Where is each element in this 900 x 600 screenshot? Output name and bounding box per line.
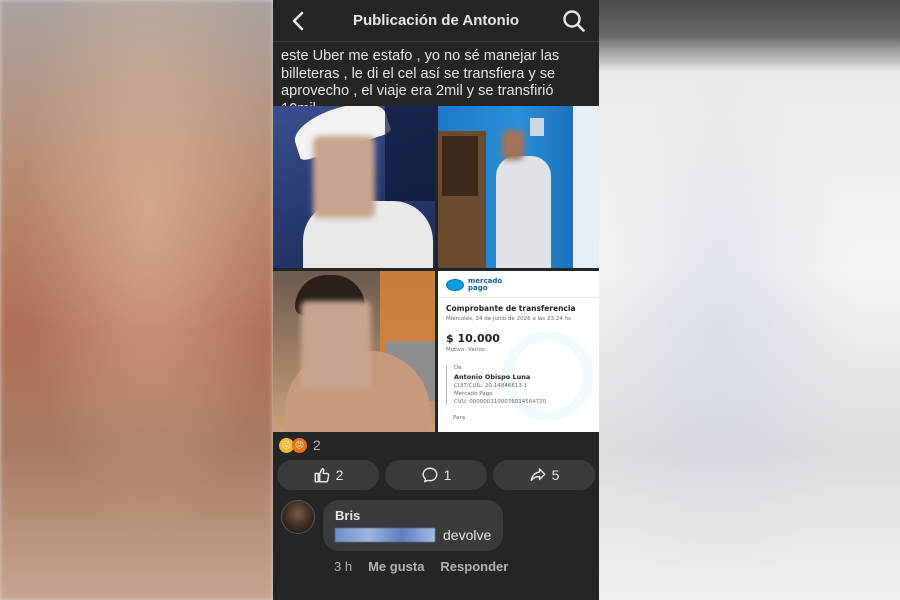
comment-time: 3 h xyxy=(334,559,353,574)
background-blur-right xyxy=(599,0,900,600)
share-arrow-icon xyxy=(530,468,546,481)
from-label: De xyxy=(454,365,462,371)
receipt-date: Miércoles, 24 de junio de 2026 a las 23:… xyxy=(446,316,571,322)
photo-3[interactable] xyxy=(273,271,435,432)
reactions-summary[interactable]: 😮 😡 2 xyxy=(273,434,599,456)
photo-1[interactable] xyxy=(273,106,435,268)
post-actions: 2 1 5 xyxy=(273,456,599,490)
transfer-receipt[interactable]: mercado pago Comprobante de transferenci… xyxy=(438,271,599,432)
handshake-icon xyxy=(446,279,464,291)
comment-item: Bris devolve xyxy=(273,490,599,551)
from-bank: Mercado Pago xyxy=(454,391,493,397)
receipt-title: Comprobante de transferencia xyxy=(446,304,576,313)
back-arrow-icon xyxy=(292,11,304,30)
receipt-divider xyxy=(438,297,599,298)
photo-grid: mercado pago Comprobante de transferenci… xyxy=(273,106,599,432)
comment-bubble-icon xyxy=(422,467,438,483)
share-button[interactable]: 5 xyxy=(493,460,595,490)
comment-meta: 3 h Me gusta Responder xyxy=(273,551,599,574)
angry-reaction-icon: 😡 xyxy=(292,437,307,453)
comment-body: devolve xyxy=(335,527,491,543)
photo-2[interactable] xyxy=(438,106,599,268)
back-button[interactable] xyxy=(285,8,311,34)
reaction-count: 2 xyxy=(313,437,321,453)
redacted-mention xyxy=(335,528,435,542)
comment-bubble[interactable]: Bris devolve xyxy=(323,500,504,551)
post-text: este Uber me estafo , yo no sé manejar l… xyxy=(281,48,560,117)
comment-count: 1 xyxy=(443,467,452,483)
search-icon xyxy=(563,9,585,32)
top-bar: Publicación de Antonio xyxy=(273,0,599,42)
like-button[interactable]: 2 xyxy=(277,460,379,490)
comment-like-button[interactable]: Me gusta xyxy=(368,559,424,574)
page-title: Publicación de Antonio xyxy=(352,12,520,29)
like-count: 2 xyxy=(335,467,344,483)
comment-reply-button[interactable]: Responder xyxy=(440,559,508,574)
comment-button[interactable]: 1 xyxy=(385,460,487,490)
from-name: Antonio Obispo Luna xyxy=(454,373,531,381)
comment-text: devolve xyxy=(443,527,492,543)
thumbs-up-icon xyxy=(314,467,329,483)
phone-screen: Publicación de Antonio este Uber me esta… xyxy=(273,0,599,600)
brand-line-2: pago xyxy=(468,284,488,292)
from-cvu: CVU: 0000003100076034564720 xyxy=(454,399,547,405)
avatar[interactable] xyxy=(281,500,315,534)
search-button[interactable] xyxy=(561,8,587,34)
mercado-pago-logo: mercado pago xyxy=(446,277,591,293)
from-cuit: CUIT/CUIL: 20-14846613-1 xyxy=(454,383,528,389)
comment-author[interactable]: Bris xyxy=(335,508,491,523)
background-blur-left xyxy=(0,0,273,600)
share-count: 5 xyxy=(551,467,560,483)
to-label: Para xyxy=(453,415,466,421)
receipt-from-section: De Antonio Obispo Luna CUIT/CUIL: 20-148… xyxy=(446,365,591,405)
